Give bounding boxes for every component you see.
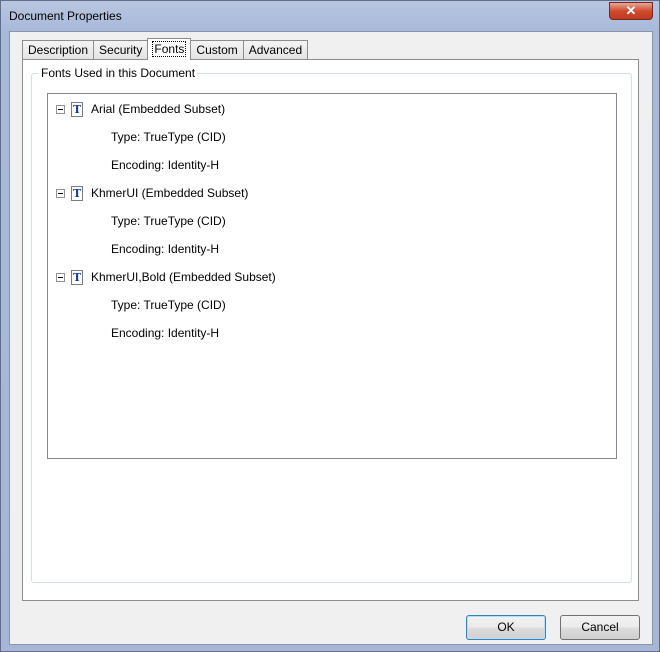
tab-custom[interactable]: Custom	[190, 40, 244, 60]
font-type: Type: TrueType (CID)	[111, 130, 226, 144]
dialog-client-area: Description Security Fonts Custom Advanc…	[9, 31, 653, 645]
tree-node-font[interactable]: T Arial (Embedded Subset)	[56, 101, 225, 117]
tab-label: Custom	[196, 43, 238, 57]
font-type: Type: TrueType (CID)	[111, 298, 226, 312]
fonts-tree-view[interactable]: T Arial (Embedded Subset) Type: TrueType…	[47, 93, 617, 459]
font-name: Arial (Embedded Subset)	[91, 102, 226, 116]
font-encoding: Encoding: Identity-H	[111, 242, 220, 256]
collapse-icon[interactable]	[56, 272, 65, 282]
font-name: KhmerUI (Embedded Subset)	[91, 186, 249, 200]
title-bar[interactable]: Document Properties ✕	[1, 1, 659, 29]
cancel-button[interactable]: Cancel	[560, 615, 640, 640]
font-encoding: Encoding: Identity-H	[111, 326, 220, 340]
tab-advanced[interactable]: Advanced	[242, 40, 309, 60]
tree-node-font[interactable]: T KhmerUI (Embedded Subset)	[56, 185, 248, 201]
ok-button[interactable]: OK	[466, 615, 546, 640]
fonts-tab-panel: Fonts Used in this Document T Arial (Emb…	[22, 59, 639, 601]
tab-security[interactable]: Security	[93, 40, 149, 60]
tab-fonts[interactable]: Fonts	[147, 38, 192, 60]
tab-label: Security	[99, 43, 143, 57]
window-title: Document Properties	[9, 9, 122, 23]
collapse-icon[interactable]	[56, 104, 65, 114]
font-encoding: Encoding: Identity-H	[111, 158, 220, 172]
tab-label: Description	[28, 43, 89, 57]
font-file-icon: T	[71, 101, 83, 117]
font-file-icon: T	[71, 185, 83, 201]
tab-label: Fonts	[152, 41, 187, 57]
close-button[interactable]: ✕	[609, 2, 653, 20]
group-label: Fonts Used in this Document	[39, 66, 198, 80]
font-file-icon: T	[71, 269, 83, 285]
font-name: KhmerUI,Bold (Embedded Subset)	[91, 270, 276, 284]
document-properties-window: Document Properties ✕ Description Securi…	[0, 0, 660, 652]
collapse-icon[interactable]	[56, 188, 65, 198]
tab-strip: Description Security Fonts Custom Advanc…	[22, 38, 309, 60]
font-type: Type: TrueType (CID)	[111, 214, 226, 228]
tab-description[interactable]: Description	[22, 40, 95, 60]
tree-node-font[interactable]: T KhmerUI,Bold (Embedded Subset)	[56, 269, 276, 285]
tab-label: Advanced	[248, 43, 303, 57]
